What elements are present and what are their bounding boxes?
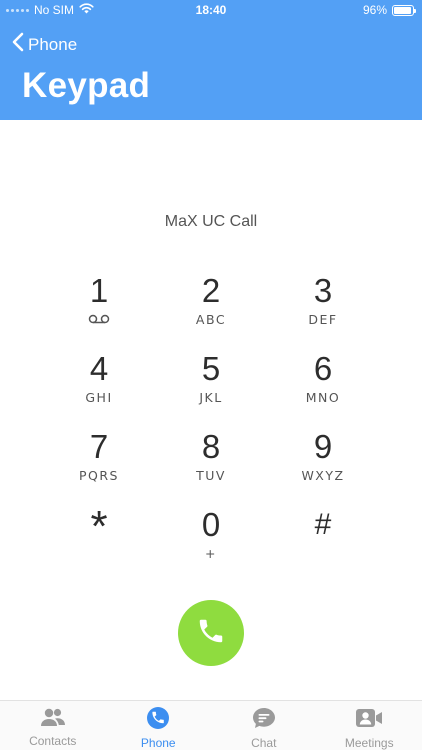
key-digit: 4 — [89, 350, 109, 387]
key-0[interactable]: 0 + — [155, 506, 267, 584]
key-2[interactable]: 2 ABC — [155, 272, 267, 350]
meetings-icon — [355, 707, 383, 732]
key-digit: 5 — [201, 350, 221, 387]
key-digit: 7 — [89, 428, 109, 465]
key-5[interactable]: 5 JKL — [155, 350, 267, 428]
key-digit: 8 — [201, 428, 221, 465]
tab-contacts[interactable]: Contacts — [0, 701, 106, 750]
key-letters: ABC — [195, 312, 227, 327]
key-6[interactable]: 6 MNO — [267, 350, 379, 428]
key-letters: + — [205, 546, 217, 561]
contacts-icon — [40, 707, 66, 730]
header: No SIM 18:40 96% Phone Keypad — [0, 0, 422, 120]
key-digit: 2 — [201, 272, 221, 309]
key-digit: # — [314, 508, 332, 541]
phone-icon — [196, 616, 226, 650]
key-letters: JKL — [199, 390, 223, 405]
key-digit: 9 — [313, 428, 333, 465]
key-letters: TUV — [196, 468, 226, 483]
key-9[interactable]: 9 WXYZ — [267, 428, 379, 506]
tab-bar: Contacts Phone Chat Meetings — [0, 700, 422, 750]
key-digit: 1 — [89, 272, 109, 309]
call-button[interactable] — [178, 600, 244, 666]
tab-meetings[interactable]: Meetings — [317, 701, 422, 750]
phone-icon — [147, 707, 170, 732]
back-label: Phone — [28, 34, 78, 54]
key-digit: 6 — [313, 350, 333, 387]
tab-phone[interactable]: Phone — [106, 701, 212, 750]
key-digit: 0 — [201, 506, 221, 543]
tab-label: Contacts — [29, 734, 77, 748]
tab-label: Chat — [251, 736, 277, 750]
chat-icon — [252, 707, 276, 732]
status-right: 96% — [362, 3, 416, 17]
voicemail-icon — [88, 312, 110, 328]
status-time: 18:40 — [195, 3, 227, 17]
page-title: Keypad — [22, 66, 151, 105]
key-letters: PQRS — [79, 468, 119, 483]
key-letters: MNO — [305, 390, 341, 405]
key-4[interactable]: 4 GHI — [43, 350, 155, 428]
tab-chat[interactable]: Chat — [211, 701, 317, 750]
key-letters: WXYZ — [301, 468, 345, 483]
key-star[interactable]: * — [43, 502, 155, 584]
battery-percent: 96% — [362, 3, 387, 17]
key-digit: * — [90, 502, 108, 551]
key-hash[interactable]: # — [267, 506, 379, 584]
back-button[interactable]: Phone — [12, 32, 77, 57]
call-type-label: MaX UC Call — [164, 213, 258, 230]
keypad: 1 2 ABC 3 DEF 4 GHI 5 JKL 6 MNO 7 PQRS 8… — [43, 272, 379, 584]
key-8[interactable]: 8 TUV — [155, 428, 267, 506]
key-7[interactable]: 7 PQRS — [43, 428, 155, 506]
key-1[interactable]: 1 — [43, 272, 155, 350]
tab-label: Meetings — [344, 736, 394, 750]
status-bar: No SIM 18:40 96% — [0, 0, 422, 22]
chevron-left-icon — [12, 32, 24, 57]
key-digit: 3 — [313, 272, 333, 309]
key-3[interactable]: 3 DEF — [267, 272, 379, 350]
tab-label: Phone — [140, 736, 176, 750]
key-letters: DEF — [308, 312, 338, 327]
key-letters: GHI — [85, 390, 113, 405]
battery-icon — [392, 4, 416, 16]
